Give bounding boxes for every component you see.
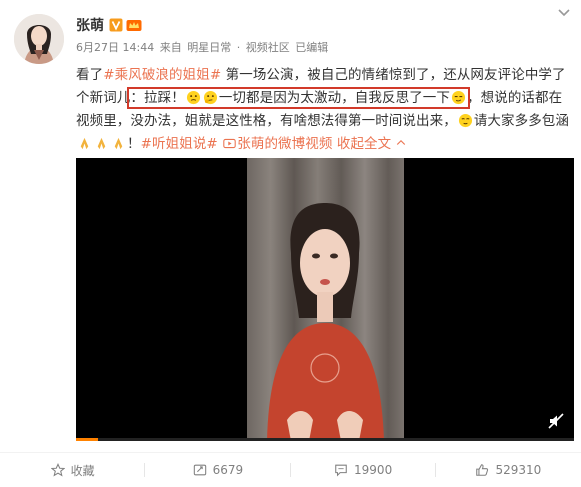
hashtag-link[interactable]: #听姐姐说# (141, 136, 218, 152)
star-icon (50, 463, 65, 477)
post-meta: 6月27日 14:44 来自 明星日常 · 视频社区 已编辑 (76, 40, 541, 56)
post-date[interactable]: 6月27日 14:44 (76, 41, 154, 54)
repost-icon (193, 464, 206, 476)
chevron-down-icon[interactable] (557, 8, 571, 18)
like-count: 529310 (495, 463, 542, 477)
folded-hands-icon (114, 137, 123, 150)
user-name[interactable]: 张萌 (76, 15, 104, 35)
favorite-label: 收藏 (70, 463, 95, 478)
video-frame (247, 158, 404, 441)
post-text-segment: 请大家多多包涵 (473, 113, 570, 129)
thumbs-up-icon (476, 464, 489, 476)
smirk-face-icon (451, 90, 466, 105)
video-progress-fill (76, 438, 98, 441)
avatar[interactable] (14, 14, 64, 64)
thinking-face-icon (203, 90, 217, 105)
post-text-segment: 看了 (76, 67, 104, 83)
favorite-button[interactable]: 收藏 (0, 453, 146, 487)
video-play-icon[interactable] (223, 137, 236, 150)
comment-button[interactable]: 19900 (291, 453, 436, 487)
chevron-up-icon[interactable] (395, 137, 407, 149)
post-community[interactable]: 视频社区 (246, 41, 290, 54)
confused-face-icon (186, 90, 200, 105)
post-header: 张萌 6月27日 14:44 来自 明星日常 · 视频社区 已编辑 (76, 14, 541, 56)
video-player[interactable] (76, 158, 574, 441)
post-text-segment: 一切都是因为太激动，自我反思了一下 (218, 90, 451, 106)
repost-button[interactable]: 6679 (145, 453, 291, 487)
mute-icon[interactable] (548, 413, 564, 429)
vip-crown-icon[interactable] (126, 18, 142, 32)
video-link[interactable]: 张萌的微博视频 (237, 136, 332, 152)
post-text-segment: ！ (127, 136, 141, 152)
comment-icon (335, 464, 347, 477)
folded-hands-icon (80, 137, 89, 150)
action-bar: 收藏 6679 19900 529310 (0, 453, 581, 487)
folded-hands-icon (97, 137, 106, 150)
source-prefix: 来自 (159, 41, 182, 54)
post-source[interactable]: 明星日常 (187, 41, 231, 54)
highlighted-text: ：拉踩！ 一切都是因为太激动，自我反思了一下 (127, 87, 471, 109)
bow-face-icon (458, 113, 472, 128)
verified-v-icon[interactable] (109, 18, 123, 32)
edited-label[interactable]: 已编辑 (295, 41, 328, 54)
like-button[interactable]: 529310 (436, 453, 581, 487)
meta-separator: · (236, 41, 241, 54)
post-content: 看了#乘风破浪的姐姐# 第一场公演，被自己的情绪惊到了，还从网友评论中学了个新词… (76, 64, 574, 156)
video-progress-track[interactable] (76, 438, 574, 441)
hashtag-link[interactable]: #乘风破浪的姐姐# (103, 67, 221, 83)
post-text-segment: ：拉踩！ (130, 90, 185, 106)
repost-count: 6679 (212, 463, 244, 477)
comment-count: 19900 (354, 463, 393, 477)
collapse-text-link[interactable]: 收起全文 (337, 136, 391, 152)
